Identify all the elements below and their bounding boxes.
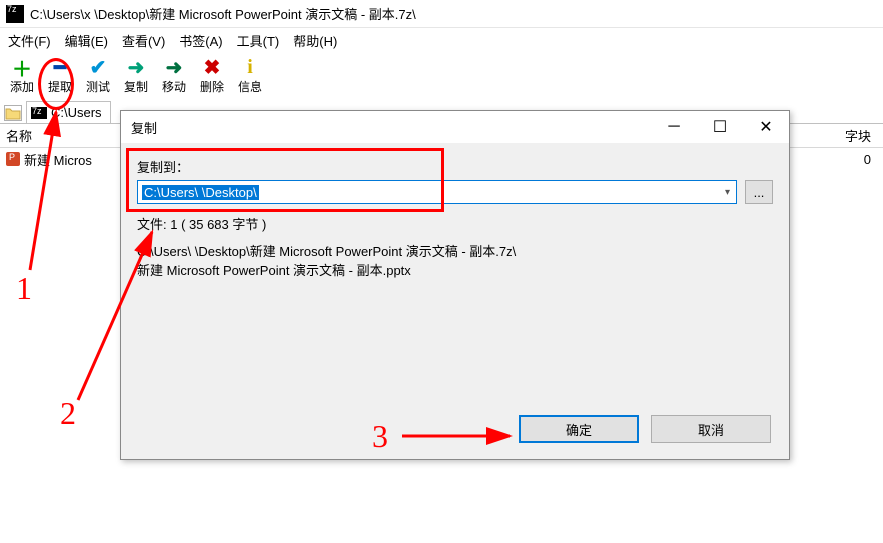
menu-help[interactable]: 帮助(H) bbox=[293, 31, 337, 50]
chevron-down-icon[interactable]: ▾ bbox=[725, 187, 730, 198]
check-icon: ✔ bbox=[87, 56, 109, 78]
move-arrow-icon: ➜ bbox=[163, 56, 185, 78]
test-button[interactable]: ✔ 测试 bbox=[80, 56, 116, 95]
dest-label: 复制到： bbox=[137, 157, 773, 176]
menu-edit[interactable]: 编辑(E) bbox=[65, 31, 108, 50]
annotation-number-2: 2 bbox=[60, 395, 76, 432]
source-path-2: 新建 Microsoft PowerPoint 演示文稿 - 副本.pptx bbox=[137, 260, 773, 279]
add-button[interactable]: ＋ 添加 bbox=[4, 56, 40, 95]
dialog-title: 复制 bbox=[131, 118, 157, 137]
tab-active[interactable]: C:\Users bbox=[26, 101, 111, 123]
dialog-titlebar: 复制 ─ ☐ ✕ bbox=[121, 111, 789, 143]
title-path: C:\Users\x \Desktop\新建 Microsoft PowerPo… bbox=[30, 4, 416, 23]
cancel-button[interactable]: 取消 bbox=[651, 415, 771, 443]
annotation-number-1: 1 bbox=[16, 270, 32, 307]
info-button[interactable]: i 信息 bbox=[232, 56, 268, 95]
plus-icon: ＋ bbox=[11, 56, 33, 78]
move-button[interactable]: ➜ 移动 bbox=[156, 56, 192, 95]
copy-arrow-icon: ➜ bbox=[125, 56, 147, 78]
close-button[interactable]: ✕ bbox=[743, 111, 789, 143]
info-icon: i bbox=[239, 56, 261, 78]
menu-file[interactable]: 文件(F) bbox=[8, 31, 51, 50]
menu-view[interactable]: 查看(V) bbox=[122, 31, 165, 50]
tab-label: C:\Users bbox=[51, 105, 102, 120]
source-path-1: C:\Users\ \Desktop\新建 Microsoft PowerPoi… bbox=[137, 241, 773, 260]
menu-bar: 文件(F) 编辑(E) 查看(V) 书签(A) 工具(T) 帮助(H) bbox=[0, 28, 883, 52]
extract-button[interactable]: ━ 提取 bbox=[42, 56, 78, 95]
copy-button[interactable]: ➜ 复制 bbox=[118, 56, 154, 95]
maximize-button[interactable]: ☐ bbox=[697, 111, 743, 143]
tab-folder-icon[interactable] bbox=[4, 105, 22, 121]
window-titlebar: C:\Users\x \Desktop\新建 Microsoft PowerPo… bbox=[0, 0, 883, 28]
file-name: 新建 Micros bbox=[24, 150, 92, 169]
annotation-number-3: 3 bbox=[372, 418, 388, 455]
menu-tool[interactable]: 工具(T) bbox=[237, 31, 280, 50]
x-icon: ✖ bbox=[201, 56, 223, 78]
app-icon bbox=[6, 5, 24, 23]
extract-icon: ━ bbox=[49, 56, 71, 78]
menu-bookmark[interactable]: 书签(A) bbox=[179, 31, 222, 50]
delete-button[interactable]: ✖ 删除 bbox=[194, 56, 230, 95]
archive-icon bbox=[31, 107, 47, 119]
minimize-button[interactable]: ─ bbox=[651, 111, 697, 143]
ppt-icon bbox=[6, 152, 20, 166]
file-size: 0 bbox=[803, 152, 883, 167]
toolbar: ＋ 添加 ━ 提取 ✔ 测试 ➜ 复制 ➜ 移动 ✖ 删除 i 信息 bbox=[0, 52, 883, 100]
files-line: 文件: 1 ( 35 683 字节 ) bbox=[137, 214, 773, 233]
ok-button[interactable]: 确定 bbox=[519, 415, 639, 443]
browse-button[interactable]: ... bbox=[745, 180, 773, 204]
dest-path-input[interactable]: C:\Users\ \Desktop\ ▾ bbox=[137, 180, 737, 204]
col-size[interactable]: 字块 bbox=[803, 126, 883, 145]
copy-dialog: 复制 ─ ☐ ✕ 复制到： C:\Users\ \Desktop\ ▾ ... … bbox=[120, 110, 790, 460]
